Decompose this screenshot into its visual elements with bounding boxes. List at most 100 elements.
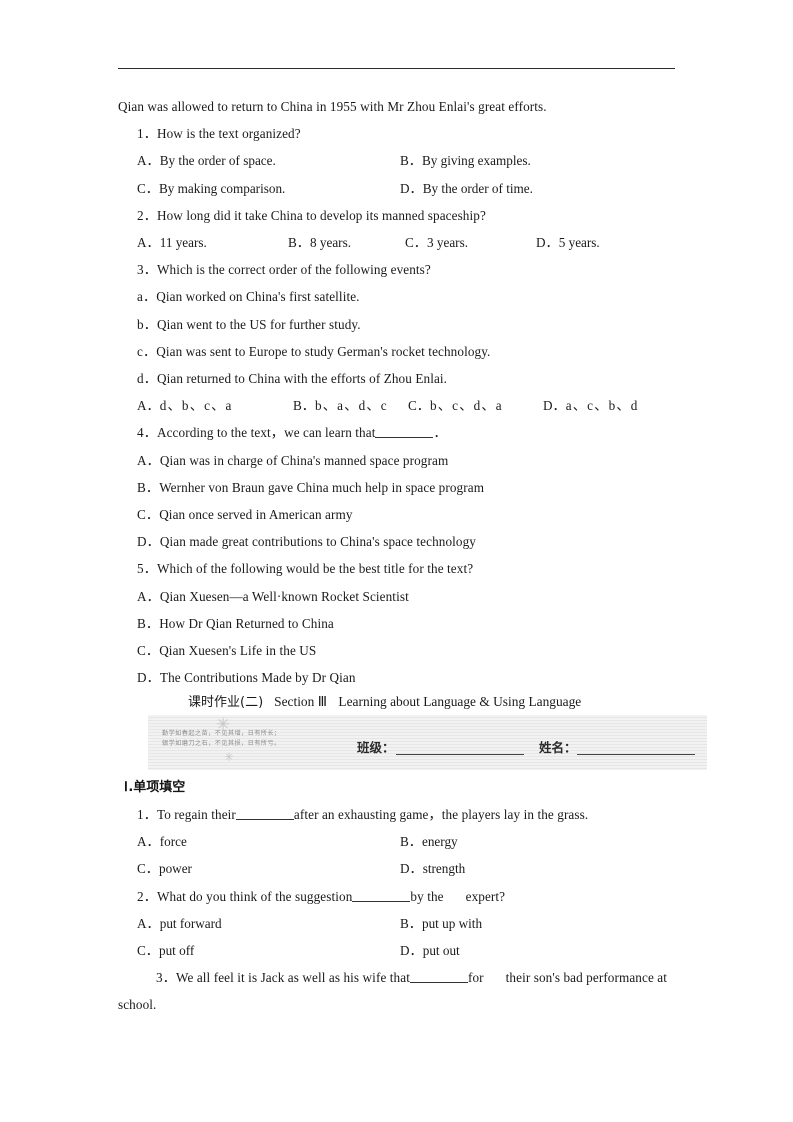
question-3-event-c: c．Qian was sent to Europe to study Germa… <box>118 338 718 365</box>
exercise-2-option-d[interactable]: D．put out <box>400 937 460 964</box>
option-5d[interactable]: D．The Contributions Made by Dr Qian <box>118 664 718 691</box>
question-5-text: Which of the following would be the best… <box>156 561 474 577</box>
header-rule <box>118 68 675 69</box>
option-1d[interactable]: D．By the order of time. <box>400 175 533 202</box>
question-3-event-a: a．Qian worked on China's first satellite… <box>118 283 718 310</box>
option-2b-label: B． <box>288 234 310 250</box>
exercise-2-option-c[interactable]: C．put off <box>137 937 194 964</box>
option-1b[interactable]: B．By giving examples. <box>400 147 531 174</box>
exercise-2-option-b[interactable]: B．put up with <box>400 910 482 937</box>
worksheet-page: Qian was allowed to return to China in 1… <box>0 0 793 1122</box>
exercise-1-option-c[interactable]: C．power <box>137 855 192 882</box>
exercise-3-stem: 3．We all feel it is Jack as well as his … <box>118 964 680 1018</box>
class-field-input[interactable] <box>396 754 524 755</box>
option-4a[interactable]: A．Qian was in charge of China's manned s… <box>118 447 718 474</box>
question-1-number: 1． <box>137 126 157 142</box>
option-5c-text: Qian Xuesen's Life in the US <box>159 643 317 658</box>
exercise-1-option-d[interactable]: D．strength <box>400 855 465 882</box>
option-3a[interactable]: A．d、b、c、a <box>137 392 233 419</box>
option-4a-text: Qian was in charge of China's manned spa… <box>159 452 449 468</box>
event-d-label: d． <box>137 370 157 386</box>
option-4d[interactable]: D．Qian made great contributions to China… <box>118 528 718 555</box>
part-one-text: .单项填空 <box>128 780 186 795</box>
exercise-1-text-after: after an exhausting game，the players lay… <box>293 807 589 822</box>
event-d-text: Qian returned to China with the efforts … <box>156 370 448 386</box>
exercise-1-option-a-text: force <box>159 834 187 850</box>
option-3b-label: B． <box>293 398 315 414</box>
option-5a-label: A． <box>137 588 160 604</box>
event-c-text: Qian was sent to Europe to study German'… <box>156 343 491 359</box>
option-1b-text: By giving examples. <box>421 153 531 169</box>
option-3b-text: b、a、d、c <box>314 398 388 414</box>
question-2-stem: 2．How long did it take China to develop … <box>118 202 718 229</box>
exercise-2-options-row-2: C．put off D．put out <box>118 937 718 964</box>
option-1b-label: B． <box>400 153 422 169</box>
name-field-label: 姓名： <box>539 740 577 755</box>
option-2b-text: 8 years. <box>309 234 351 250</box>
option-4c-text: Qian once served in American army <box>159 506 353 522</box>
question-3-number: 3． <box>137 262 157 278</box>
question-4-number: 4． <box>137 425 157 441</box>
option-3c[interactable]: C．b、c、d、a <box>408 392 503 419</box>
option-1c[interactable]: C．By making comparison. <box>137 175 285 202</box>
option-4b[interactable]: B．Wernher von Braun gave China much help… <box>118 474 718 501</box>
exercise-1-option-a[interactable]: A．force <box>137 828 187 855</box>
option-2d-label: D． <box>536 234 559 250</box>
option-5b-text: How Dr Qian Returned to China <box>159 615 334 631</box>
homework-label: 课时作业(二) <box>188 695 264 710</box>
option-1c-label: C． <box>137 180 159 196</box>
homework-section-title: 课时作业(二) Section Ⅲ Learning about Language … <box>188 692 581 713</box>
exercise-2-options-row-1: A．put forward B．put up with <box>118 910 718 937</box>
option-5a[interactable]: A．Qian Xuesen—a Well·known Rocket Scient… <box>118 583 718 610</box>
exercise-2-text-before: What do you think of the suggestion <box>156 888 353 904</box>
exercise-2-option-b-label: B． <box>400 915 422 931</box>
exercise-2-stem: 2．What do you think of the suggestion by … <box>118 883 718 910</box>
option-1a[interactable]: A．By the order of space. <box>137 147 276 174</box>
option-5d-text: The Contributions Made by Dr Qian <box>159 670 356 686</box>
part-one-heading: Ⅰ.单项填空 <box>124 776 185 795</box>
option-1c-text: By making comparison. <box>158 180 286 196</box>
option-5b[interactable]: B．How Dr Qian Returned to China <box>118 610 718 637</box>
question-4-text-after: ． <box>433 425 447 441</box>
exercise-2-option-a[interactable]: A．put forward <box>137 910 222 937</box>
exercise-1-answer-blank[interactable] <box>235 807 294 820</box>
exercise-2-option-b-text: put up with <box>421 915 483 931</box>
option-5c[interactable]: C．Qian Xuesen's Life in the US <box>118 637 718 664</box>
option-3a-text: d、b、c、a <box>159 398 233 414</box>
event-b-label: b． <box>137 316 157 332</box>
option-2c-label: C． <box>405 234 427 250</box>
question-4-answer-blank[interactable] <box>375 425 434 439</box>
option-3d[interactable]: D．a、c、b、d <box>543 392 639 419</box>
motto-line-1: 勤学如春起之苗，不见其增，日有所长； <box>162 730 281 737</box>
option-2c[interactable]: C．3 years. <box>405 229 468 256</box>
name-field-input[interactable] <box>577 754 695 755</box>
exercise-1-stem: 1．To regain their after an exhausting gam… <box>118 801 718 828</box>
section-topic: Learning about Language & Using Language <box>338 694 582 709</box>
exercise-2-option-d-text: put out <box>422 942 460 958</box>
option-2c-text: 3 years. <box>426 234 468 250</box>
exercise-2-answer-blank[interactable] <box>352 889 411 902</box>
option-4c[interactable]: C．Qian once served in American army <box>118 501 718 528</box>
exercise-2-option-c-text: put off <box>158 942 195 958</box>
option-3c-text: b、c、d、a <box>429 398 503 414</box>
option-2b[interactable]: B．8 years. <box>288 229 351 256</box>
intro-paragraph: Qian was allowed to return to China in 1… <box>118 99 547 114</box>
question-3-event-d: d．Qian returned to China with the effort… <box>118 365 718 392</box>
option-4d-label: D． <box>137 534 160 550</box>
option-4b-label: B． <box>137 479 160 495</box>
exercise-1-number: 1． <box>137 807 157 822</box>
section-numeral: Ⅲ <box>317 694 328 709</box>
option-2d[interactable]: D．5 years. <box>536 229 600 256</box>
exercise-2-text-tail: expert? <box>465 888 506 904</box>
option-2a[interactable]: A．11 years. <box>137 229 207 256</box>
exercise-1-option-b[interactable]: B．energy <box>400 828 458 855</box>
exercise-1-option-a-label: A． <box>137 834 160 850</box>
question-3-stem: 3．Which is the correct order of the foll… <box>118 256 718 283</box>
motto-line-2: 辍学如磨刀之石，不见其损，日有所亏。 <box>162 740 281 747</box>
option-3b[interactable]: B．b、a、d、c <box>293 392 388 419</box>
question-4-text-before: According to the text，we can learn that <box>156 425 376 441</box>
exercise-2-option-c-label: C． <box>137 942 159 958</box>
option-3d-text: a、c、b、d <box>565 398 639 414</box>
option-5d-label: D． <box>137 670 160 686</box>
exercise-3-answer-blank[interactable] <box>409 970 468 984</box>
